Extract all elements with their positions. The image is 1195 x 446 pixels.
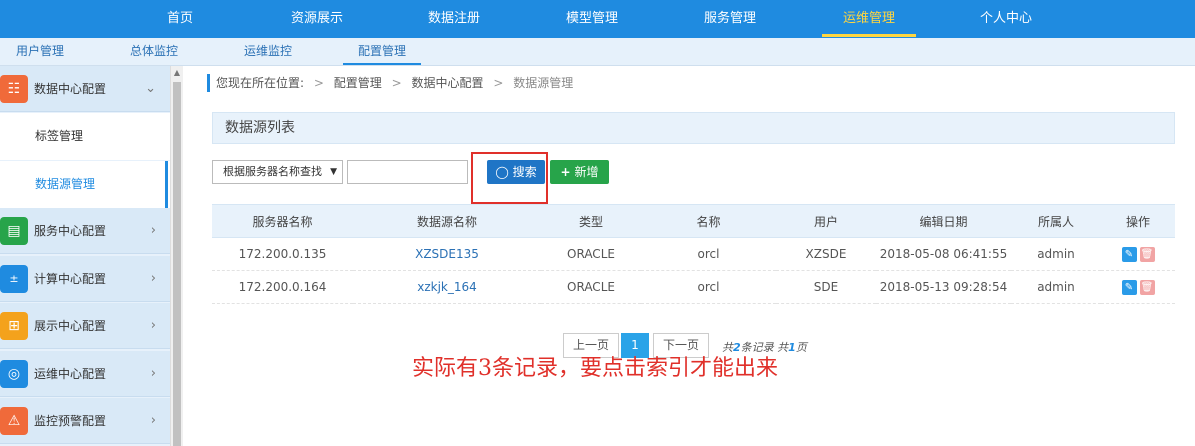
- subnav-item-overall-monitor[interactable]: 总体监控: [122, 38, 186, 65]
- topnav-item-ops[interactable]: 运维管理: [822, 0, 916, 38]
- database-icon: ☷: [0, 75, 28, 103]
- sidebar: ☷ 数据中心配置 ⌄ 标签管理 数据源管理 ▤ 服务中心配置 › ± 计算中心配…: [0, 66, 170, 446]
- sidebar-group-compute-center[interactable]: ± 计算中心配置 ›: [0, 256, 170, 302]
- top-nav: 首页 资源展示 数据注册 模型管理 服务管理 运维管理 个人中心: [0, 0, 1195, 38]
- breadcrumb-item-config[interactable]: 配置管理: [334, 76, 382, 90]
- cell-owner: admin: [1011, 237, 1101, 271]
- caret-down-icon: ▼: [330, 167, 337, 177]
- edit-icon[interactable]: ✎: [1121, 279, 1137, 295]
- sidebar-scrollbar[interactable]: ▲: [170, 66, 183, 446]
- col-header-type: 类型: [541, 204, 641, 238]
- cell-actions: ✎ 🗑: [1101, 237, 1175, 271]
- breadcrumb-separator: >: [493, 76, 504, 90]
- breadcrumb-prefix: 您现在所在位置:: [216, 76, 305, 90]
- col-header-datasource: 数据源名称: [353, 204, 541, 238]
- sidebar-item-label: 标签管理: [35, 129, 84, 143]
- col-header-actions: 操作: [1101, 204, 1175, 238]
- target-icon: ◎: [0, 360, 28, 388]
- cell-name: orcl: [641, 237, 776, 271]
- chevron-right-icon: ›: [150, 413, 156, 428]
- cell-edit-date: 2018-05-13 09:28:54: [876, 270, 1011, 304]
- table-row: 172.200.0.135 XZSDE135 ORACLE orcl XZSDE…: [212, 237, 1175, 271]
- add-button-label: 新增: [574, 165, 599, 179]
- sidebar-group-alarm[interactable]: ⚠ 监控预警配置 ›: [0, 398, 170, 444]
- cell-server: 172.200.0.135: [212, 237, 353, 271]
- server-icon: ▤: [0, 217, 28, 245]
- annotation-highlight-box: [471, 152, 548, 204]
- topnav-item-service[interactable]: 服务管理: [686, 0, 774, 38]
- col-header-user: 用户: [776, 204, 876, 238]
- sidebar-group-label: 数据中心配置: [34, 82, 107, 96]
- cell-edit-date: 2018-05-08 06:41:55: [876, 237, 1011, 271]
- edit-icon[interactable]: ✎: [1121, 246, 1137, 262]
- cell-actions: ✎ 🗑: [1101, 270, 1175, 304]
- sidebar-group-display-center[interactable]: ⊞ 展示中心配置 ›: [0, 303, 170, 349]
- search-type-select[interactable]: 根据服务器名称查找 ▼: [212, 160, 343, 184]
- alarm-icon: ⚠: [0, 407, 28, 435]
- topnav-item-resources[interactable]: 资源展示: [273, 0, 361, 38]
- grid-icon: ⊞: [0, 312, 28, 340]
- col-header-edit-date: 编辑日期: [876, 204, 1011, 238]
- topnav-item-home[interactable]: 首页: [140, 0, 220, 38]
- breadcrumb-separator: >: [313, 76, 324, 90]
- col-header-owner: 所属人: [1011, 204, 1101, 238]
- sidebar-group-label: 服务中心配置: [34, 224, 107, 238]
- chevron-down-icon: ⌄: [145, 81, 156, 96]
- cell-name: orcl: [641, 270, 776, 304]
- table-row: 172.200.0.164 xzkjk_164 ORACLE orcl SDE …: [212, 270, 1175, 304]
- topnav-item-data-register[interactable]: 数据注册: [410, 0, 498, 38]
- topnav-item-model[interactable]: 模型管理: [548, 0, 636, 38]
- chevron-right-icon: ›: [150, 318, 156, 333]
- col-header-server: 服务器名称: [212, 204, 353, 238]
- cell-type: ORACLE: [541, 237, 641, 271]
- topnav-item-personal[interactable]: 个人中心: [962, 0, 1050, 38]
- sidebar-item-datasource[interactable]: 数据源管理: [0, 161, 170, 208]
- chevron-right-icon: ›: [150, 366, 156, 381]
- cell-owner: admin: [1011, 270, 1101, 304]
- pagination-text: 共: [777, 341, 789, 354]
- breadcrumb: 您现在所在位置: > 配置管理 > 数据中心配置 > 数据源管理: [207, 74, 573, 92]
- add-button[interactable]: + 新增: [550, 160, 609, 184]
- scroll-up-icon[interactable]: ▲: [171, 66, 183, 80]
- breadcrumb-item-data-center[interactable]: 数据中心配置: [412, 76, 484, 90]
- subnav-item-users[interactable]: 用户管理: [8, 38, 72, 65]
- sidebar-group-label: 展示中心配置: [34, 319, 107, 333]
- cell-user: XZSDE: [776, 237, 876, 271]
- sidebar-group-data-center[interactable]: ☷ 数据中心配置 ⌄: [0, 66, 170, 112]
- cell-type: ORACLE: [541, 270, 641, 304]
- chevron-right-icon: ›: [150, 271, 156, 286]
- col-header-name: 名称: [641, 204, 776, 238]
- panel-title: 数据源列表: [212, 112, 1175, 144]
- sidebar-item-tags[interactable]: 标签管理: [0, 113, 170, 160]
- search-type-value: 根据服务器名称查找: [223, 165, 322, 178]
- sidebar-group-label: 运维中心配置: [34, 367, 107, 381]
- sidebar-group-label: 监控预警配置: [34, 414, 107, 428]
- sidebar-group-service-center[interactable]: ▤ 服务中心配置 ›: [0, 208, 170, 254]
- cell-user: SDE: [776, 270, 876, 304]
- table-header-row: 服务器名称 数据源名称 类型 名称 用户 编辑日期 所属人 操作: [212, 204, 1175, 238]
- breadcrumb-separator: >: [391, 76, 402, 90]
- calculator-icon: ±: [0, 265, 28, 293]
- delete-icon[interactable]: 🗑: [1139, 246, 1155, 262]
- total-pages: 1: [788, 341, 796, 354]
- scrollbar-thumb[interactable]: [173, 82, 181, 446]
- sidebar-group-label: 计算中心配置: [34, 272, 107, 286]
- annotation-note: 实际有3条记录，要点击索引才能出来: [412, 356, 778, 381]
- search-input[interactable]: [347, 160, 468, 184]
- plus-icon: +: [560, 165, 571, 179]
- subnav-item-ops-monitor[interactable]: 运维监控: [236, 38, 300, 65]
- subnav-item-config[interactable]: 配置管理: [343, 38, 421, 65]
- cell-server: 172.200.0.164: [212, 270, 353, 304]
- pagination-text: 页: [795, 341, 807, 354]
- breadcrumb-current: 数据源管理: [513, 76, 574, 90]
- datasource-table: 服务器名称 数据源名称 类型 名称 用户 编辑日期 所属人 操作 172.200…: [212, 204, 1175, 304]
- chevron-right-icon: ›: [150, 223, 156, 238]
- cell-datasource-link[interactable]: XZSDE135: [353, 237, 541, 271]
- delete-icon[interactable]: 🗑: [1139, 279, 1155, 295]
- cell-datasource-link[interactable]: xzkjk_164: [353, 270, 541, 304]
- sidebar-group-ops-center[interactable]: ◎ 运维中心配置 ›: [0, 351, 170, 397]
- sub-nav: 用户管理 总体监控 运维监控 配置管理: [0, 38, 1195, 66]
- sidebar-item-label: 数据源管理: [35, 177, 96, 191]
- topnav-active-indicator: [822, 34, 916, 37]
